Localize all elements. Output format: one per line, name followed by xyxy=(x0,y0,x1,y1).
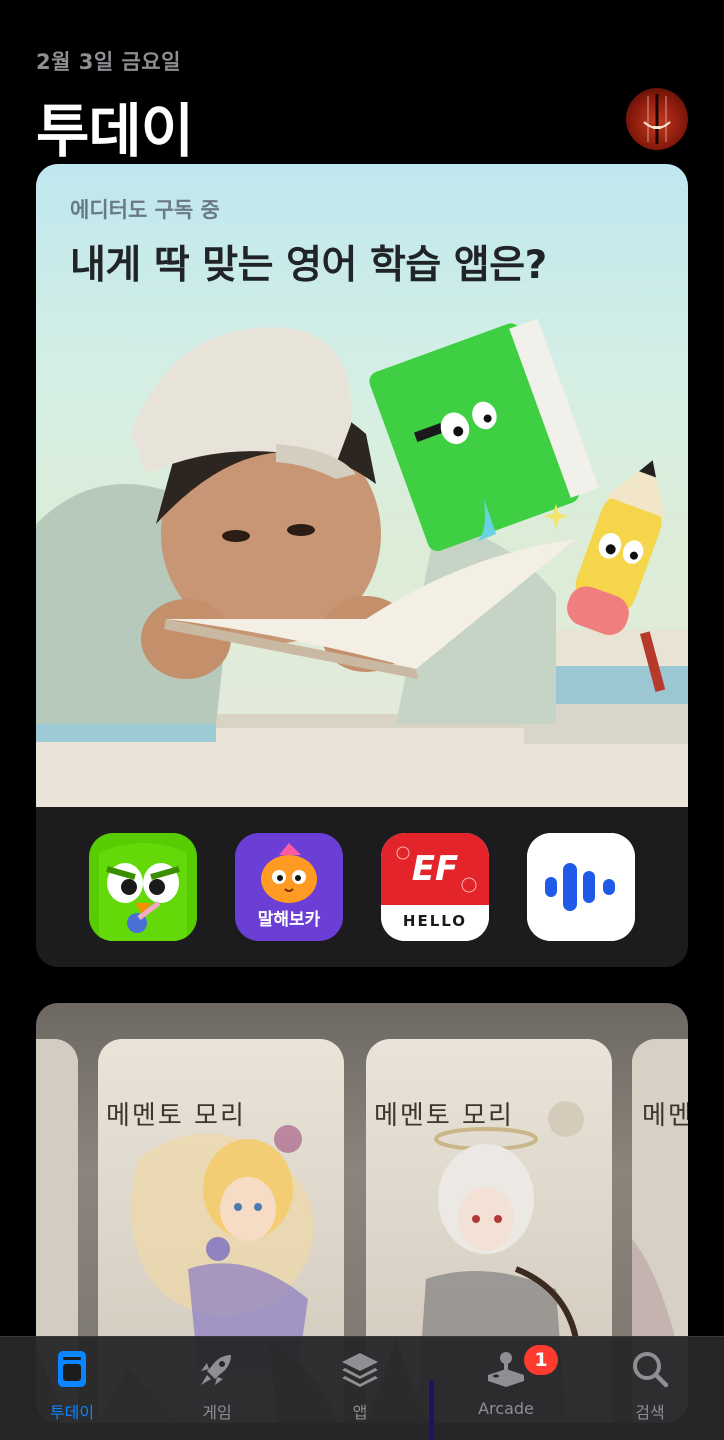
tab-arcade-label: Arcade xyxy=(478,1399,534,1418)
tab-today-label: 투데이 xyxy=(49,1403,95,1422)
tab-apps[interactable]: 앱 xyxy=(305,1337,415,1440)
scroll-indicator xyxy=(429,1380,434,1440)
tab-games[interactable]: 게임 xyxy=(162,1337,272,1440)
voice-app-icon[interactable] xyxy=(527,833,635,941)
cello-avatar-icon[interactable] xyxy=(626,88,688,150)
date-label: 2월 3일 금요일 xyxy=(36,50,181,74)
tab-search[interactable]: 검색 xyxy=(595,1337,705,1440)
poster-title: 메멘토 모리 xyxy=(374,1101,514,1131)
tab-apps-label: 앱 xyxy=(352,1403,368,1422)
malhaebo-ka-app-icon[interactable]: 말해보카 xyxy=(235,833,343,941)
app-store-today-page: 2월 3일 금요일 투데이 에디터도 구독 중 내게 딱 맞는 영어 학습 앱은… xyxy=(0,0,724,1440)
rocket-icon xyxy=(201,1355,231,1385)
page-title: 투데이 xyxy=(36,97,194,165)
arcade-badge: 1 xyxy=(524,1345,558,1375)
duolingo-app-icon[interactable] xyxy=(89,833,197,941)
story-headline: 내게 딱 맞는 영어 학습 앱은? xyxy=(70,243,547,288)
poster-title-partial: 메멘 xyxy=(642,1101,688,1131)
story-app-icons: 말해보카 EF HELLO xyxy=(36,807,688,967)
ef-logo: EF xyxy=(411,849,459,889)
poster-title: 메멘토 모리 xyxy=(106,1101,246,1131)
story-eyebrow: 에디터도 구독 중 xyxy=(70,198,220,222)
ef-hello-app-icon[interactable]: EF HELLO xyxy=(381,833,489,941)
tab-today[interactable]: 투데이 xyxy=(17,1337,127,1440)
today-icon xyxy=(58,1351,86,1387)
layers-icon xyxy=(342,1353,378,1387)
tab-games-label: 게임 xyxy=(202,1403,232,1422)
tab-search-label: 검색 xyxy=(635,1403,665,1422)
tab-bar: 투데이 게임 앱 Arcade 검색 xyxy=(0,1336,724,1440)
story-hero-image: 에디터도 구독 중 내게 딱 맞는 영어 학습 앱은? xyxy=(36,164,688,807)
ef-hello-label: HELLO xyxy=(402,912,468,930)
malhaebo-ka-label: 말해보카 xyxy=(257,910,321,930)
story-card[interactable]: 에디터도 구독 중 내게 딱 맞는 영어 학습 앱은? 말해보카 EF HELL… xyxy=(36,164,688,967)
joystick-icon xyxy=(488,1352,524,1387)
search-icon xyxy=(633,1352,669,1388)
